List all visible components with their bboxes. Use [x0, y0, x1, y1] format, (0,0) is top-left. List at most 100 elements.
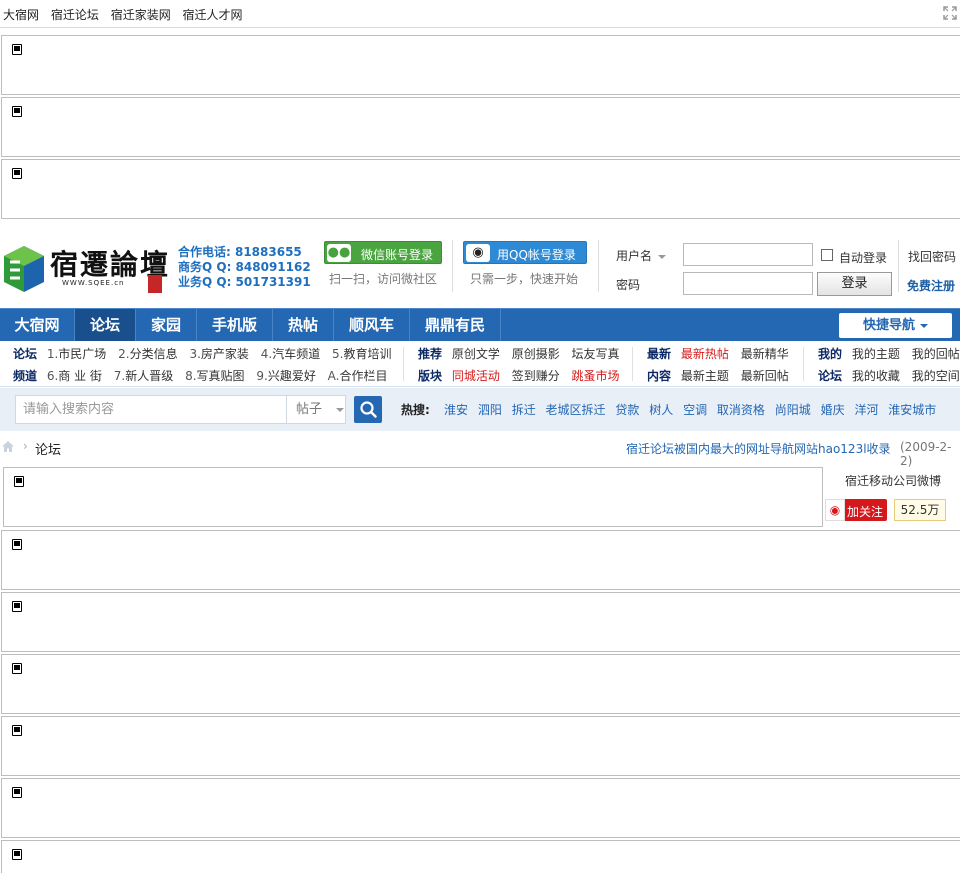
username-label-dropdown[interactable]: 用户名 [616, 247, 667, 264]
link-classified[interactable]: 2.分类信息 [118, 347, 177, 361]
hot-search-link[interactable]: 老城区拆迁 [546, 403, 606, 417]
hot-search-link[interactable]: 拆迁 [512, 403, 536, 417]
hot-search-link[interactable]: 树人 [649, 403, 673, 417]
username-input[interactable] [683, 243, 813, 266]
ad-frame-1[interactable] [1, 35, 960, 95]
nav-item-hot[interactable]: 热帖 [273, 309, 334, 342]
plugin-placeholder-icon [12, 663, 22, 674]
search-button[interactable] [354, 396, 382, 423]
link-my-replies[interactable]: 我的回帖 [912, 347, 960, 361]
breadcrumb-separator: › [23, 439, 28, 453]
top-link-forum[interactable]: 宿迁论坛 [51, 8, 99, 22]
hot-search-link[interactable]: 婚庆 [821, 403, 845, 417]
top-bar: 大宿网 宿迁论坛 宿迁家装网 宿迁人才网 [0, 0, 960, 28]
plugin-placeholder-icon [12, 168, 22, 179]
link-latest-hot[interactable]: 最新热帖 [681, 347, 729, 361]
breadcrumb: › 论坛 宿迁论坛被国内最大的网址导航网站hao123l收录 (2009-2-2… [0, 438, 960, 468]
forgot-password-link[interactable]: 找回密码 [908, 248, 956, 265]
link-auto[interactable]: 4.汽车频道 [261, 347, 320, 361]
hot-search-link[interactable]: 洋河 [854, 403, 878, 417]
link-latest-topics[interactable]: 最新主题 [681, 369, 729, 383]
link-member-photos[interactable]: 坛友写真 [572, 347, 620, 361]
home-icon[interactable] [1, 440, 15, 453]
hot-search-link[interactable]: 淮安 [444, 403, 468, 417]
wechat-hint: 扫一扫，访问微社区 [329, 272, 438, 286]
hot-search-label: 热搜: [401, 403, 430, 417]
link-business-street[interactable]: 6.商 业 街 [47, 369, 102, 383]
link-newcomer[interactable]: 7.新人晋级 [114, 369, 173, 383]
top-link-dasu[interactable]: 大宿网 [3, 8, 39, 22]
hot-search-link[interactable]: 泗阳 [478, 403, 502, 417]
link-original-photo[interactable]: 原创摄影 [512, 347, 560, 361]
nav-item-home[interactable]: 家园 [136, 309, 197, 342]
logo-seal [148, 275, 162, 293]
notice-link[interactable]: 宿迁论坛被国内最大的网址导航网站hao123l收录 [626, 440, 891, 457]
link-flea-market[interactable]: 跳蚤市场 [572, 369, 620, 383]
ad-frame-3[interactable] [1, 159, 960, 219]
hot-search-link[interactable]: 取消资格 [717, 403, 765, 417]
link-city-events[interactable]: 同城活动 [452, 369, 500, 383]
nav-item-forum[interactable]: 论坛 [75, 309, 136, 342]
link-checkin[interactable]: 签到赚分 [512, 369, 560, 383]
link-photos[interactable]: 8.写真贴图 [185, 369, 244, 383]
ad-frame-5[interactable] [1, 530, 960, 590]
link-my-favorites[interactable]: 我的收藏 [852, 369, 900, 383]
link-education[interactable]: 5.教育培训 [332, 347, 391, 361]
divider [898, 240, 899, 292]
link-real-estate[interactable]: 3.房产家装 [189, 347, 248, 361]
quick-nav-button[interactable]: 快捷导航 [839, 313, 952, 338]
ad-frame-9[interactable] [1, 778, 960, 838]
link-plaza[interactable]: 1.市民广场 [47, 347, 106, 361]
qq-login-button[interactable]: ◉ 用QQ帐号登录 [463, 241, 587, 264]
auto-login-checkbox[interactable] [821, 249, 833, 261]
ad-frame-7[interactable] [1, 654, 960, 714]
login-button[interactable]: 登录 [817, 272, 892, 296]
top-link-home-deco[interactable]: 宿迁家装网 [111, 8, 171, 22]
search-bar: 请输入搜索内容 帖子 热搜: 淮安 泗阳 拆迁 老城区拆迁 贷款 树人 空调 取… [0, 388, 960, 431]
ad-frame-6[interactable] [1, 592, 960, 652]
ad-frame-4[interactable] [3, 467, 823, 527]
chevron-down-icon [658, 254, 667, 259]
group-heading: 版块 [418, 369, 443, 383]
logo-cube-icon [4, 246, 44, 292]
main-nav: 大宿网 论坛 家园 手机版 热帖 顺风车 鼎鼎有民 快捷导航 [0, 308, 960, 342]
link-my-space[interactable]: 我的空间 [912, 369, 960, 383]
plugin-placeholder-icon [14, 476, 24, 487]
site-logo[interactable]: 宿遷論壇 WWW.SQEE.cn [2, 239, 177, 297]
link-latest-replies[interactable]: 最新回帖 [741, 369, 789, 383]
breadcrumb-current[interactable]: 论坛 [35, 439, 61, 458]
link-hobbies[interactable]: 9.兴趣爱好 [256, 369, 315, 383]
nav-item-carpool[interactable]: 顺风车 [334, 309, 410, 342]
ad-frame-2[interactable] [1, 97, 960, 157]
divider [632, 347, 633, 381]
hot-search-link[interactable]: 淮安城市 [888, 403, 936, 417]
nav-item-dasu[interactable]: 大宿网 [0, 309, 75, 342]
link-original-lit[interactable]: 原创文学 [452, 347, 500, 361]
register-link[interactable]: 免费注册 [907, 277, 955, 294]
nav-item-dingding[interactable]: 鼎鼎有民 [410, 309, 501, 342]
nav-item-mobile[interactable]: 手机版 [197, 309, 273, 342]
link-my-topics[interactable]: 我的主题 [852, 347, 900, 361]
hot-search-link[interactable]: 贷款 [615, 403, 639, 417]
expand-icon[interactable] [942, 6, 958, 22]
weibo-title[interactable]: 宿迁移动公司微博 [845, 472, 941, 489]
search-input[interactable]: 请输入搜索内容 [15, 395, 287, 424]
divider [598, 240, 599, 292]
ad-frame-8[interactable] [1, 716, 960, 776]
link-latest-digest[interactable]: 最新精华 [741, 347, 789, 361]
top-link-jobs[interactable]: 宿迁人才网 [183, 8, 243, 22]
divider [403, 347, 404, 381]
password-input[interactable] [683, 272, 813, 295]
ad-frame-10[interactable] [1, 840, 960, 873]
group-heading: 内容 [647, 369, 672, 383]
hot-search-link[interactable]: 尚阳城 [775, 403, 811, 417]
chevron-down-icon [336, 407, 345, 412]
wechat-login-button[interactable]: ●● 微信账号登录 [324, 241, 442, 264]
weibo-follow-button[interactable]: ◉ 加关注 [825, 499, 887, 521]
hot-search-links: 淮安 泗阳 拆迁 老城区拆迁 贷款 树人 空调 取消资格 尚阳城 婚庆 洋河 淮… [444, 401, 942, 418]
link-partner[interactable]: A.合作栏目 [328, 369, 388, 383]
weibo-icon: ◉ [825, 499, 845, 521]
auto-login-label[interactable]: 自动登录 [839, 249, 887, 266]
hot-search-link[interactable]: 空调 [683, 403, 707, 417]
search-type-select[interactable]: 帖子 [286, 395, 346, 424]
